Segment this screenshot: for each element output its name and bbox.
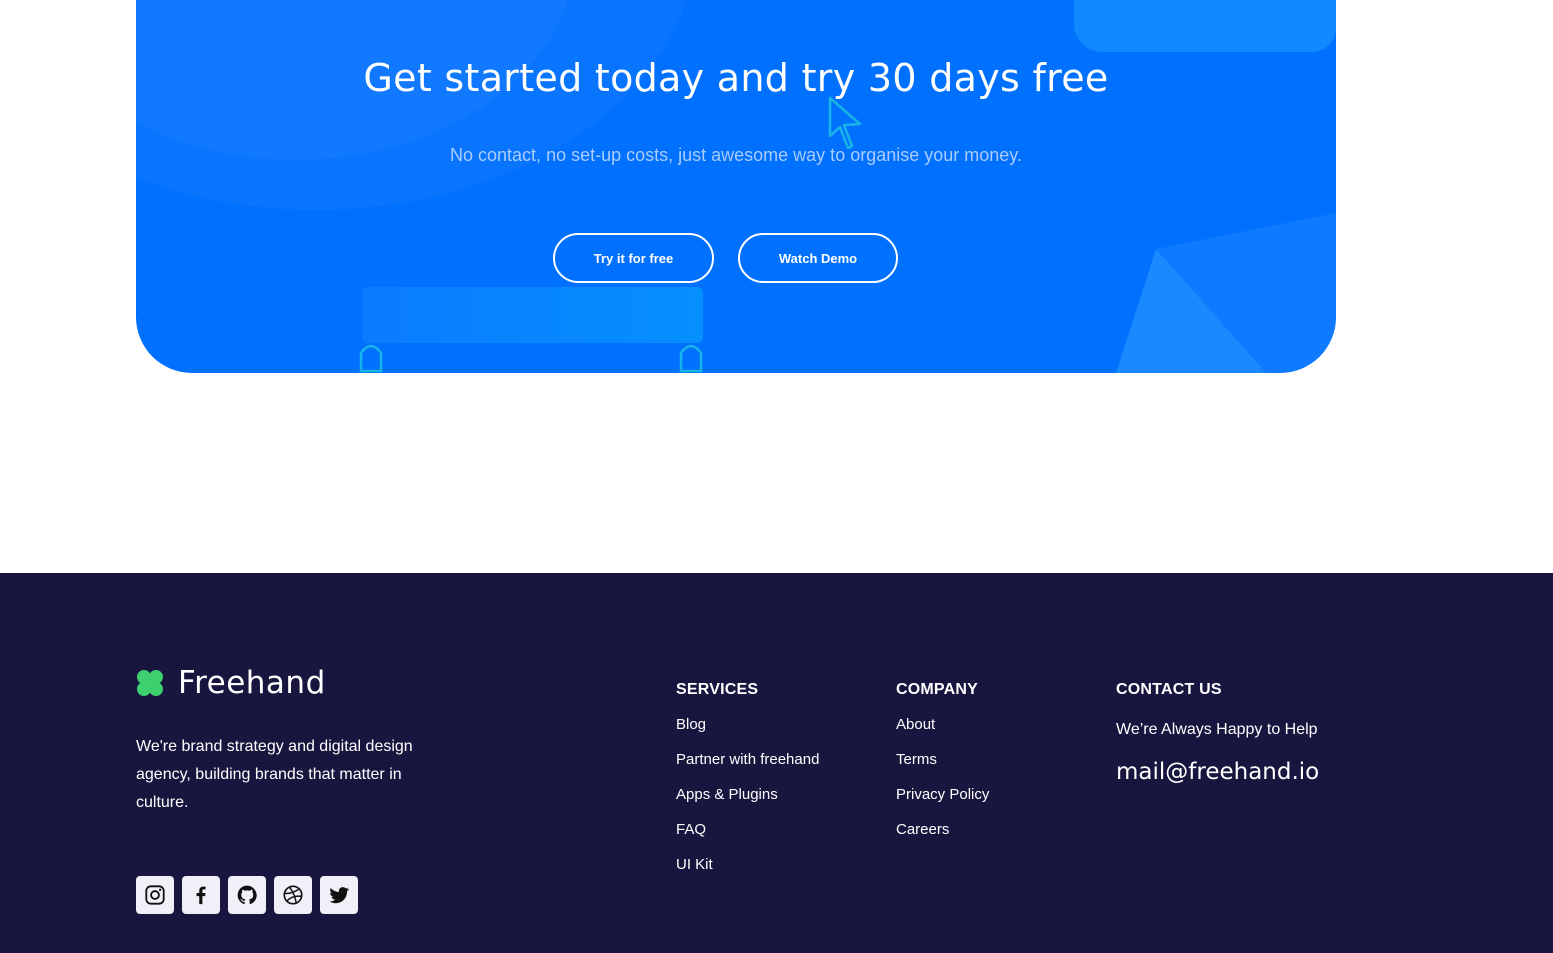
twitter-icon: [329, 887, 350, 904]
watch-demo-button[interactable]: Watch Demo: [738, 233, 898, 283]
decorative-corner-shape: [1074, 0, 1336, 52]
footer-link-blog[interactable]: Blog: [676, 717, 819, 732]
services-links: Blog Partner with freehand Apps & Plugin…: [676, 717, 819, 872]
github-icon: [237, 885, 257, 905]
services-column: SERVICES Blog Partner with freehand Apps…: [676, 681, 819, 892]
footer-link-apps-plugins[interactable]: Apps & Plugins: [676, 787, 819, 802]
cta-buttons: Try it for free Watch Demo: [553, 233, 898, 283]
try-free-button[interactable]: Try it for free: [553, 233, 714, 283]
brand-tagline: We're brand strategy and digital design …: [136, 738, 413, 811]
brand-name: Freehand: [178, 665, 326, 701]
footer-link-about[interactable]: About: [896, 717, 989, 732]
decorative-bar: [362, 287, 703, 343]
dribbble-link[interactable]: [274, 876, 312, 914]
cta-banner: Get started today and try 30 days free N…: [136, 0, 1336, 373]
cta-subtitle: No contact, no set-up costs, just awesom…: [450, 145, 1022, 165]
footer-link-partner[interactable]: Partner with freehand: [676, 752, 819, 767]
twitter-link[interactable]: [320, 876, 358, 914]
site-footer: Freehand We're brand strategy and digita…: [0, 573, 1553, 953]
social-links: [136, 876, 358, 914]
instagram-link[interactable]: [136, 876, 174, 914]
contact-email-link[interactable]: mail@freehand.io: [1116, 759, 1319, 785]
footer-link-terms[interactable]: Terms: [896, 752, 989, 767]
dribbble-icon: [283, 885, 303, 905]
page: Get started today and try 30 days free N…: [0, 0, 1553, 953]
footer-link-careers[interactable]: Careers: [896, 822, 989, 837]
contact-column: CONTACT US We’re Always Happy to Help ma…: [1116, 681, 1319, 785]
company-column: COMPANY About Terms Privacy Policy Caree…: [896, 681, 989, 857]
services-heading: SERVICES: [676, 681, 759, 698]
footer-link-faq[interactable]: FAQ: [676, 822, 819, 837]
company-links: About Terms Privacy Policy Careers: [896, 717, 989, 837]
instagram-icon: [145, 885, 165, 905]
footer-link-ui-kit[interactable]: UI Kit: [676, 857, 819, 872]
decorative-pin-icon: [679, 344, 703, 373]
contact-tagline: We’re Always Happy to Help: [1116, 721, 1318, 738]
facebook-icon: [196, 886, 206, 905]
facebook-link[interactable]: [182, 876, 220, 914]
company-heading: COMPANY: [896, 681, 978, 698]
decorative-cursor-icon: [828, 96, 862, 150]
brand-logo[interactable]: Freehand: [136, 665, 326, 701]
decorative-triangle: [1116, 213, 1336, 373]
clover-logo-icon: [137, 670, 163, 696]
decorative-pin-icon: [359, 344, 383, 373]
github-link[interactable]: [228, 876, 266, 914]
cta-title: Get started today and try 30 days free: [363, 56, 1109, 100]
contact-heading: CONTACT US: [1116, 681, 1222, 698]
footer-link-privacy-policy[interactable]: Privacy Policy: [896, 787, 989, 802]
